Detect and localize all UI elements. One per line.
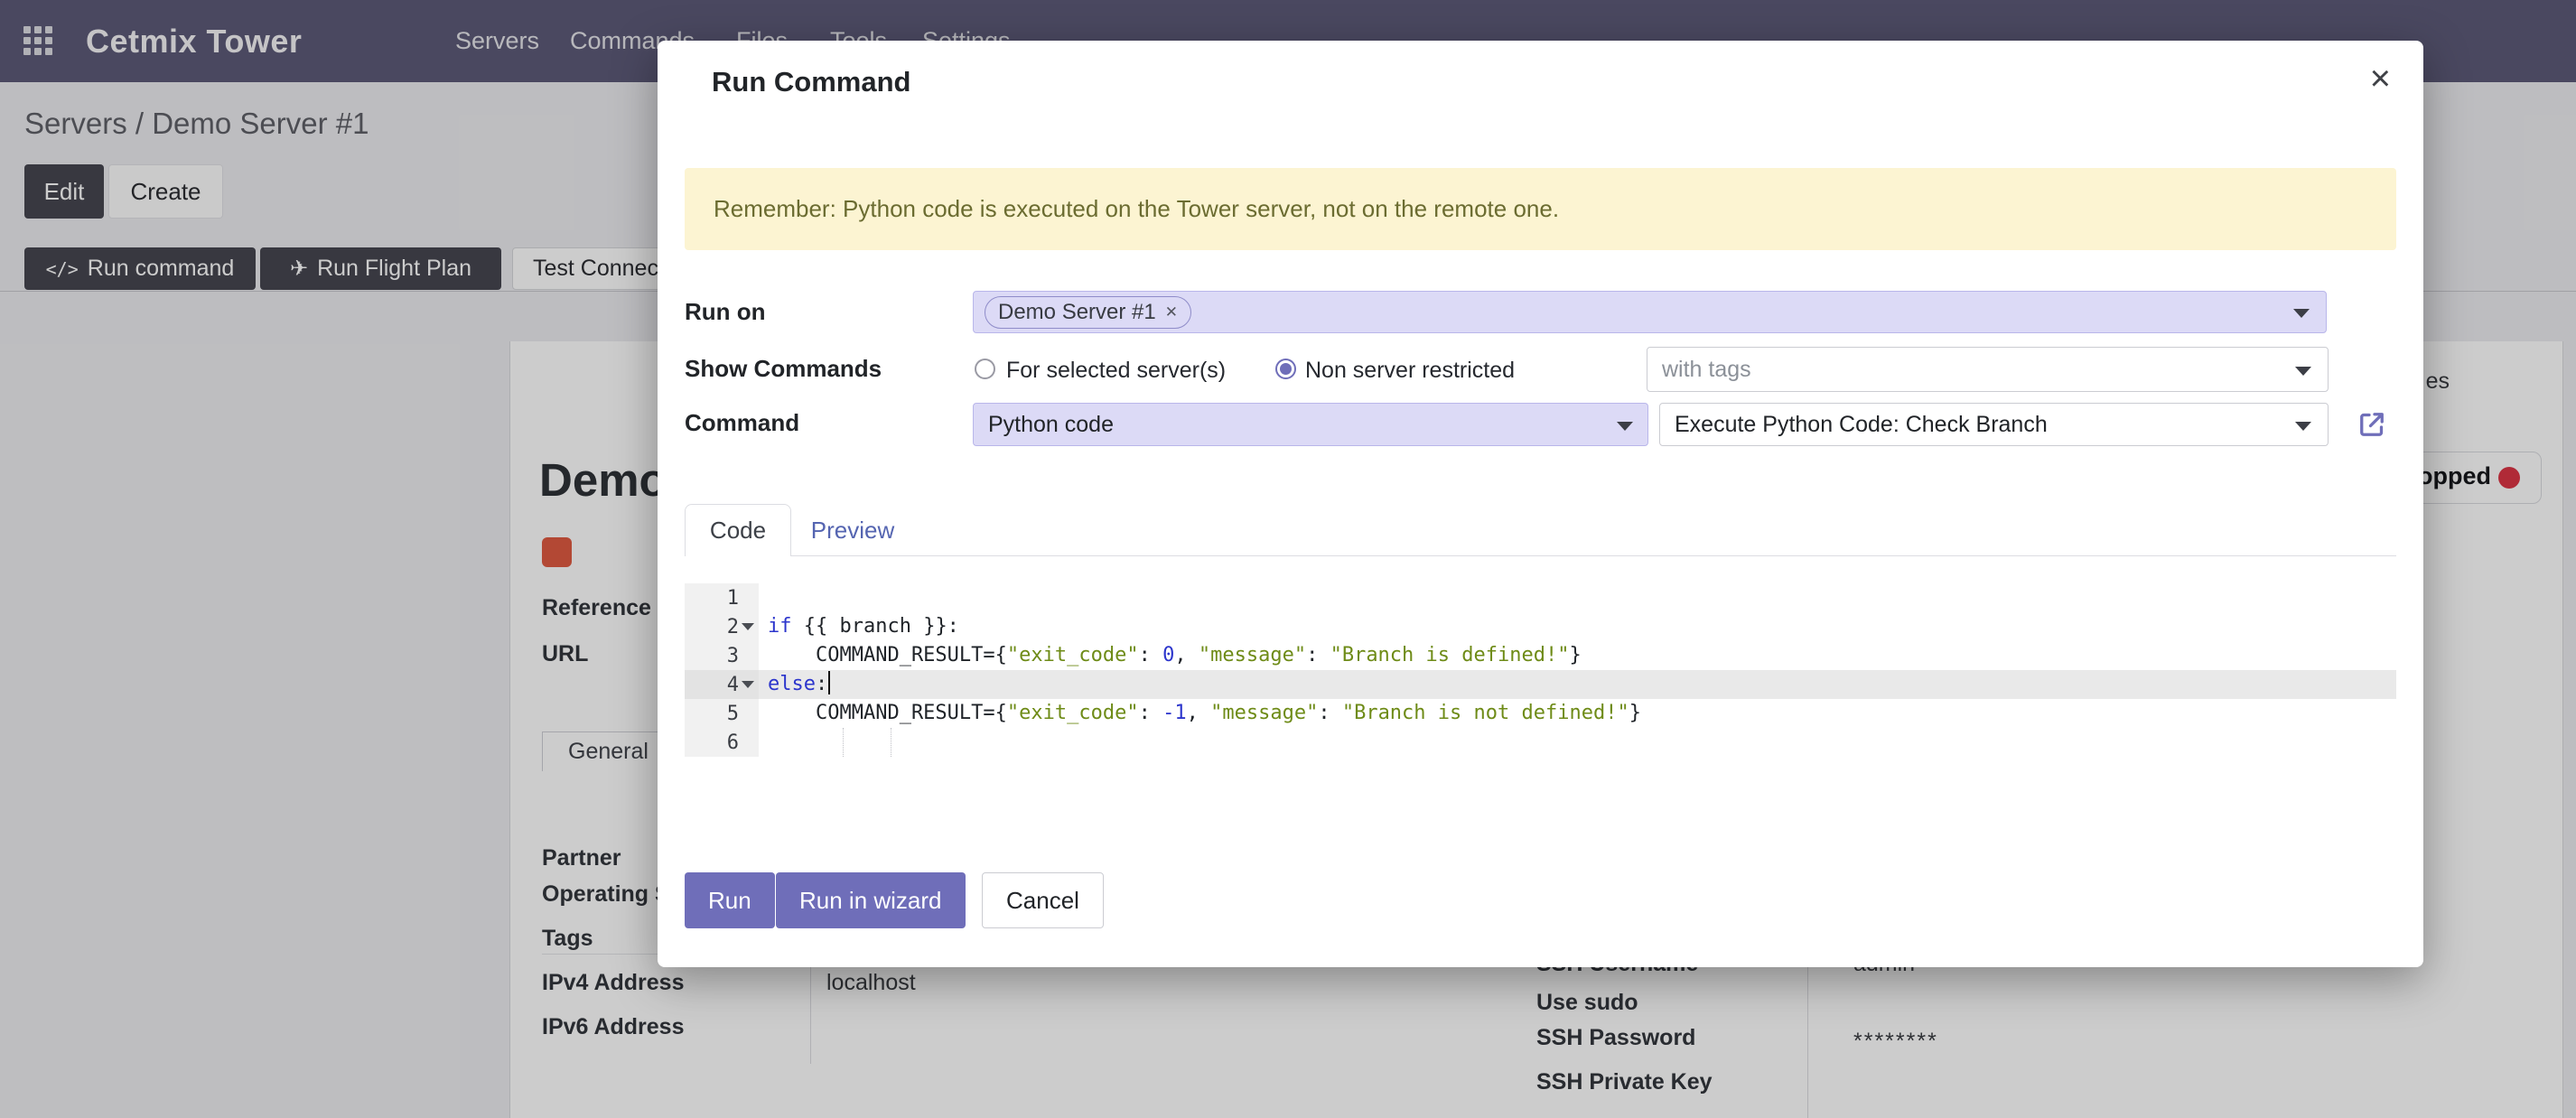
run-button[interactable]: Run bbox=[685, 872, 775, 928]
chevron-down-icon bbox=[2295, 422, 2311, 431]
fold-caret-spacer bbox=[739, 650, 755, 661]
radio-non-server-restricted[interactable] bbox=[1275, 359, 1296, 379]
run-command-modal: Run Command × Remember: Python code is e… bbox=[658, 41, 2423, 967]
editor-gutter-cell[interactable]: 2 bbox=[685, 612, 759, 641]
tags-select[interactable]: with tags bbox=[1647, 347, 2329, 392]
editor-gutter-cell[interactable]: 3 bbox=[685, 641, 759, 670]
editor-line[interactable]: 2if {{ branch }}: bbox=[685, 612, 2396, 641]
chevron-down-icon bbox=[1617, 422, 1633, 431]
editor-line[interactable]: 6 bbox=[685, 728, 2396, 757]
editor-code-cell[interactable] bbox=[759, 728, 2396, 757]
command-type-select[interactable]: Python code bbox=[973, 403, 1648, 446]
fold-caret-icon[interactable] bbox=[739, 679, 755, 690]
editor-code-cell[interactable]: if {{ branch }}: bbox=[759, 612, 2396, 641]
editor-line[interactable]: 4else: bbox=[685, 670, 2396, 699]
editor-code-cell[interactable]: COMMAND_RESULT={"exit_code": -1, "messag… bbox=[759, 699, 2396, 728]
code-editor[interactable]: 12if {{ branch }}:3 COMMAND_RESULT={"exi… bbox=[685, 583, 2396, 787]
fold-caret-spacer bbox=[739, 737, 755, 748]
tab-preview[interactable]: Preview bbox=[793, 504, 912, 556]
indent-guide bbox=[843, 728, 844, 757]
cancel-button[interactable]: Cancel bbox=[982, 872, 1104, 928]
chevron-down-icon bbox=[2295, 367, 2311, 376]
editor-gutter-cell[interactable]: 1 bbox=[685, 583, 759, 612]
fold-caret-icon[interactable] bbox=[739, 621, 755, 632]
run-on-field[interactable]: Demo Server #1 ✕ bbox=[973, 291, 2327, 333]
run-in-wizard-button[interactable]: Run in wizard bbox=[776, 872, 966, 928]
screen: Cetmix Tower Servers Commands Files Tool… bbox=[0, 0, 2576, 1118]
command-label: Command bbox=[685, 409, 799, 437]
radio-for-selected-servers[interactable] bbox=[975, 359, 995, 379]
text-cursor bbox=[828, 671, 830, 694]
radio-non-server-restricted-label[interactable]: Non server restricted bbox=[1305, 358, 1515, 384]
remove-chip-icon[interactable]: ✕ bbox=[1165, 303, 1178, 321]
external-link-icon[interactable] bbox=[2356, 408, 2388, 441]
radio-for-selected-servers-label[interactable]: For selected server(s) bbox=[1006, 358, 1226, 384]
run-on-label: Run on bbox=[685, 298, 766, 326]
chevron-down-icon bbox=[2293, 309, 2310, 318]
command-select[interactable]: Execute Python Code: Check Branch bbox=[1659, 403, 2329, 446]
editor-line[interactable]: 5 COMMAND_RESULT={"exit_code": -1, "mess… bbox=[685, 699, 2396, 728]
editor-gutter-cell[interactable]: 6 bbox=[685, 728, 759, 757]
editor-gutter-cell[interactable]: 5 bbox=[685, 699, 759, 728]
close-icon[interactable]: × bbox=[2370, 61, 2391, 97]
editor-code-cell[interactable] bbox=[759, 583, 2396, 612]
code-editor-rows: 12if {{ branch }}:3 COMMAND_RESULT={"exi… bbox=[685, 583, 2396, 757]
warning-alert: Remember: Python code is executed on the… bbox=[685, 168, 2396, 250]
tabs-divider bbox=[685, 555, 2396, 556]
editor-line[interactable]: 1 bbox=[685, 583, 2396, 612]
modal-title: Run Command bbox=[712, 66, 910, 98]
fold-caret-spacer bbox=[739, 592, 755, 603]
show-commands-label: Show Commands bbox=[685, 355, 882, 383]
editor-line[interactable]: 3 COMMAND_RESULT={"exit_code": 0, "messa… bbox=[685, 641, 2396, 670]
tab-code[interactable]: Code bbox=[685, 504, 791, 556]
fold-caret-spacer bbox=[739, 708, 755, 719]
editor-code-cell[interactable]: COMMAND_RESULT={"exit_code": 0, "message… bbox=[759, 641, 2396, 670]
editor-gutter-cell[interactable]: 4 bbox=[685, 670, 759, 699]
server-chip[interactable]: Demo Server #1 ✕ bbox=[985, 296, 1191, 329]
editor-code-cell[interactable]: else: bbox=[759, 670, 2396, 699]
